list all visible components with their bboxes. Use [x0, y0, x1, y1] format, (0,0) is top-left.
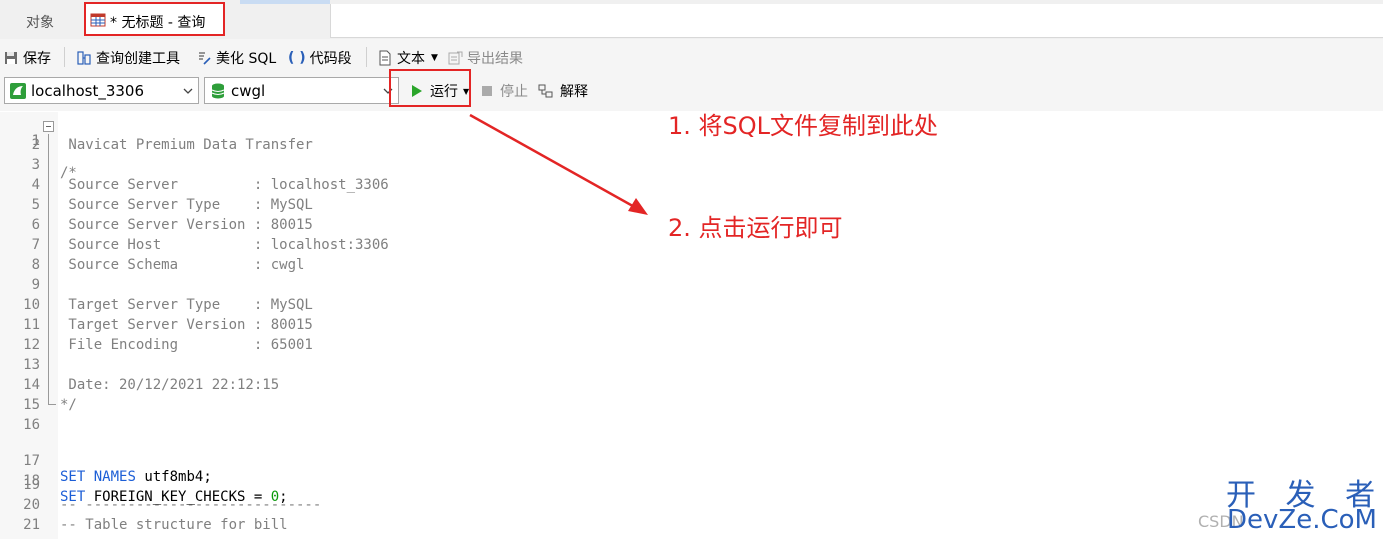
- save-label: 保存: [23, 51, 51, 67]
- text-label: 文本: [397, 51, 425, 67]
- code-text: -- ----------------------------: [60, 497, 322, 513]
- code-line: 9: [0, 277, 1383, 297]
- connection-value: localhost_3306: [31, 81, 145, 100]
- explain-button[interactable]: 解释: [538, 81, 588, 101]
- code-line: 13: [0, 357, 1383, 377]
- line-number: 8: [31, 257, 40, 273]
- line-number: 14: [23, 377, 40, 393]
- code-line: 16: [0, 417, 1383, 437]
- editor-toolbar: 保存 查询创建工具 美化 SQL ( ) 代码段 文本 ▼ 导出结果: [0, 39, 1383, 75]
- annotation-step-1: 1. 将SQL文件复制到此处: [668, 112, 939, 140]
- tab-hover-indicator: [240, 0, 330, 4]
- code-line: 12 File Encoding : 65001: [0, 337, 1383, 357]
- database-icon: [211, 83, 225, 98]
- dropdown-caret-icon: ▼: [431, 53, 438, 63]
- code-line: 15 */: [0, 397, 1383, 417]
- explain-icon: [538, 84, 553, 98]
- code-line: 8 Source Schema : cwgl: [0, 257, 1383, 277]
- export-results-button[interactable]: 导出结果: [447, 48, 523, 68]
- query-builder-label: 查询创建工具: [96, 51, 180, 67]
- magic-wand-icon: [199, 52, 211, 65]
- line-number: 10: [23, 297, 40, 313]
- sql-editor[interactable]: 1 /* 2 Navicat Premium Data Transfer 3 4…: [0, 112, 1383, 539]
- tab-untitled-query[interactable]: * 无标题 - 查询: [84, 2, 225, 36]
- code-line: 10 Target Server Type : MySQL: [0, 297, 1383, 317]
- watermark-site: DevZe.CoM: [1227, 505, 1377, 535]
- fold-collapse-icon[interactable]: [43, 121, 54, 132]
- line-number: 2: [31, 137, 40, 153]
- stop-label: 停止: [500, 84, 528, 100]
- beautify-sql-button[interactable]: 美化 SQL: [196, 48, 276, 68]
- code-line: 4 Source Server : localhost_3306: [0, 177, 1383, 197]
- code-text: Source Server Type : MySQL: [60, 197, 313, 213]
- line-number: 3: [31, 157, 40, 173]
- query-builder-icon: [77, 51, 91, 65]
- code-snippet-label: 代码段: [309, 51, 352, 67]
- code-text: Navicat Premium Data Transfer: [60, 137, 313, 153]
- code-text: Source Server : localhost_3306: [60, 177, 389, 193]
- code-text: Source Host : localhost:3306: [60, 237, 389, 253]
- toolbar-divider: [366, 47, 367, 67]
- code-text: Source Server Version : 80015: [60, 217, 313, 233]
- tab-query-label: * 无标题 - 查询: [110, 15, 206, 31]
- line-number: 4: [31, 177, 40, 193]
- code-text: */: [60, 397, 77, 413]
- code-line: 19: [0, 477, 1383, 497]
- parentheses-icon: ( ): [288, 50, 306, 66]
- document-icon: [379, 50, 391, 66]
- stop-button[interactable]: 停止: [481, 81, 528, 101]
- code-text: Date: 20/12/2021 22:12:15: [60, 377, 280, 393]
- beautify-sql-label: 美化 SQL: [216, 51, 277, 67]
- line-number: 16: [23, 417, 40, 433]
- save-button[interactable]: 保存: [3, 48, 51, 68]
- save-icon: [5, 52, 17, 64]
- export-icon: [448, 51, 463, 65]
- line-number: 21: [23, 517, 40, 533]
- code-snippet-button[interactable]: ( ) 代码段: [288, 48, 352, 68]
- annotation-step-2: 2. 点击运行即可: [668, 214, 843, 242]
- code-line: 20 -- ----------------------------: [0, 497, 1383, 517]
- export-results-label: 导出结果: [467, 51, 523, 67]
- text-button[interactable]: 文本 ▼: [377, 48, 438, 68]
- code-line: 18 SET FOREIGN_KEY_CHECKS = 0;: [0, 457, 1383, 505]
- line-number: 12: [23, 337, 40, 353]
- stop-icon: [482, 86, 492, 96]
- chevron-down-icon: [183, 88, 193, 94]
- toolbar-divider: [64, 47, 65, 67]
- connection-select[interactable]: localhost_3306: [4, 77, 199, 104]
- code-text: File Encoding : 65001: [60, 337, 313, 353]
- connection-icon: [10, 82, 26, 99]
- code-text: Target Server Type : MySQL: [60, 297, 313, 313]
- tab-bar-underlay: [330, 4, 1383, 38]
- line-number: 5: [31, 197, 40, 213]
- code-text: -- Table structure for bill: [60, 517, 288, 533]
- code-text: Target Server Version : 80015: [60, 317, 313, 333]
- run-highlight-box: [389, 69, 471, 107]
- code-line: 3: [0, 157, 1383, 177]
- database-value: cwgl: [231, 81, 266, 100]
- tab-bar: 对象 * 无标题 - 查询: [0, 0, 1383, 39]
- database-select[interactable]: cwgl: [204, 77, 399, 104]
- line-number: 7: [31, 237, 40, 253]
- query-builder-button[interactable]: 查询创建工具: [76, 48, 180, 68]
- query-table-icon: [90, 13, 106, 27]
- line-number: 11: [23, 317, 40, 333]
- line-number: 19: [23, 477, 40, 493]
- line-number: 13: [23, 357, 40, 373]
- line-number: 6: [31, 217, 40, 233]
- code-line: 14 Date: 20/12/2021 22:12:15: [0, 377, 1383, 397]
- line-number: 20: [23, 497, 40, 513]
- line-number: 15: [23, 397, 40, 413]
- tab-objects[interactable]: 对象: [26, 12, 54, 32]
- explain-label: 解释: [560, 84, 588, 100]
- code-line: 11 Target Server Version : 80015: [0, 317, 1383, 337]
- code-line: 21 -- Table structure for bill: [0, 517, 1383, 537]
- line-number: 9: [31, 277, 40, 293]
- code-text: Source Schema : cwgl: [60, 257, 305, 273]
- code-line: 17 SET NAMES utf8mb4;: [0, 437, 1383, 485]
